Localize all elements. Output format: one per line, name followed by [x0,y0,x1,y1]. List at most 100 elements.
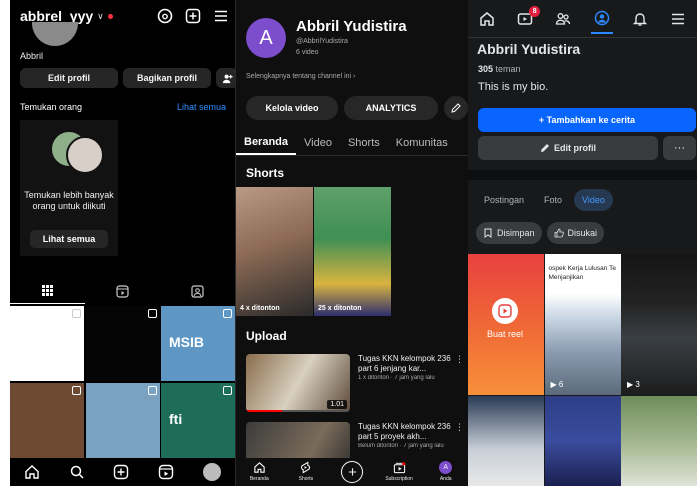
video-tile[interactable]: ▶ 3 [621,254,697,395]
post-thumbnail[interactable] [10,306,84,381]
threads-icon[interactable] [157,8,173,24]
friend-count-label: teman [495,64,521,74]
suggestion-text: Temukan lebih banyak orang untuk diikuti [24,190,114,211]
menu-icon [671,13,684,24]
tab-posts[interactable]: Postingan [476,189,532,211]
video-filters: Disimpan Disukai [476,222,605,244]
video-tile[interactable] [544,395,621,486]
ig-display-name: Abbril [20,51,44,61]
tab-videos[interactable]: Video [574,189,613,211]
video-title[interactable]: Tugas KKN kelompok 236 part 6 jenjang ka… [358,354,456,374]
tab-reels[interactable] [85,278,160,304]
tab-community[interactable]: Komunitas [388,130,456,155]
video-item[interactable]: 1.01 Tugas KKN kelompok 236 part 6 jenja… [246,354,464,414]
video-tile-caption: ospek Kerja Lulusan Te Menjanjikan [548,265,616,281]
create-icon[interactable] [113,464,129,480]
see-all-link[interactable]: Lihat semua [177,102,226,112]
post-thumbnail[interactable]: MSIB [161,306,235,381]
nav-shorts[interactable]: Shorts [286,461,326,482]
create-icon: + [341,461,364,483]
see-all-button[interactable]: Lihat semua [30,230,108,248]
notification-badge: 8 [529,5,541,17]
yt-bottom-nav: Beranda Shorts + Subscription A Anda [236,458,468,486]
analytics-button[interactable]: ANALYTICS [344,96,438,120]
post-thumbnail[interactable] [10,382,84,458]
discover-people-title: Temukan orang [20,102,83,112]
tab-tagged[interactable] [160,278,235,304]
add-person-button[interactable] [216,68,235,88]
channel-about-link[interactable]: Selengkapnya tentang channel ini › [246,73,355,80]
nav-menu[interactable] [667,4,689,34]
add-to-story-button[interactable]: + Tambahkan ke cerita [478,108,696,132]
avatar[interactable] [32,22,78,46]
tab-shorts[interactable]: Shorts [340,130,388,155]
post-thumbnail[interactable] [85,306,160,381]
tab-photos[interactable]: Foto [536,189,570,211]
play-count-value: 3 [635,380,640,389]
nav-friends[interactable] [552,4,574,34]
edit-profile-button[interactable]: Edit profil [20,68,118,88]
short-thumbnail[interactable]: 4 x ditonton [236,187,313,316]
add-person-icon [222,74,233,83]
suggestion-card: Temukan lebih banyak orang untuk diikuti… [20,120,118,256]
nav-create[interactable]: + [332,461,372,483]
play-count: ▶ 6 [550,380,564,389]
video-tile[interactable]: ospek Kerja Lulusan Te Menjanjikan ▶ 6 [544,254,621,395]
fb-top-nav: 8 [468,0,697,38]
nav-home[interactable] [476,4,498,34]
nav-notifications[interactable] [629,4,651,34]
shorts-shelf: 4 x ditonton 25 x ditonton [236,187,391,316]
tab-videos[interactable]: Video [296,130,340,155]
reel-icon [147,309,157,318]
suggested-avatars [50,130,104,174]
chevron-down-icon[interactable]: ∨ [97,11,104,22]
notification-dot-icon [107,13,113,19]
edit-profile-button[interactable]: Edit profil [478,136,658,160]
saved-filter[interactable]: Disimpan [476,222,542,244]
video-tile[interactable] [468,395,544,486]
more-vert-icon[interactable]: ⋮ [455,422,464,433]
nav-you[interactable]: A Anda [426,461,466,482]
watch-progress-bar [246,410,350,412]
more-vert-icon[interactable]: ⋮ [455,354,464,365]
edit-channel-button[interactable] [444,96,468,120]
more-options-button[interactable]: ··· [663,136,696,160]
post-thumbnail[interactable] [85,382,160,458]
nav-profile[interactable] [590,4,613,34]
friend-count-number: 305 [478,64,494,74]
video-tile[interactable] [621,395,697,486]
youtube-channel-panel: A Abbril Yudistira @AbbrilYudistira 6 vi… [235,0,468,486]
nav-home[interactable]: Beranda [239,461,279,482]
nav-subscriptions[interactable]: Subscription [379,461,419,482]
avatar[interactable]: A [246,18,286,58]
tab-home[interactable]: Beranda [236,130,297,155]
add-post-icon[interactable] [185,8,201,24]
home-icon[interactable] [24,464,40,480]
friend-count[interactable]: 305 teman [478,64,521,74]
profile-avatar[interactable] [202,463,221,481]
video-title[interactable]: Tugas KKN kelompok 236 part 5 proyek akh… [358,422,456,442]
liked-label: Disukai [567,228,598,238]
channel-handle: @AbbrilYudistira [296,38,348,45]
nav-video[interactable]: 8 [514,4,541,34]
create-reel-tile[interactable]: Buat reel [468,254,544,395]
video-thumbnail[interactable]: 1.01 [246,354,350,412]
upload-section-title: Upload [246,329,287,343]
reels-icon[interactable] [158,464,174,480]
short-thumbnail[interactable]: 25 x ditonton [314,187,391,316]
nav-label: Beranda [249,476,269,482]
nav-label: Anda [439,476,452,482]
edit-profile-label: Edit profil [554,143,596,153]
menu-icon[interactable] [213,8,229,24]
search-icon[interactable] [69,464,85,480]
friends-icon [556,12,571,25]
post-thumbnail[interactable]: fti [161,382,235,458]
play-count-value: 6 [558,380,564,389]
video-meta: Belum ditonton · 7 jam yang lalu [358,443,444,449]
tab-posts[interactable] [10,278,85,304]
nav-label: Shorts [298,476,314,482]
share-profile-button[interactable]: Bagikan profil [123,68,211,88]
liked-filter[interactable]: Disukai [546,222,605,244]
yt-channel-tabs: Beranda Video Shorts Komunitas [236,130,468,156]
manage-videos-button[interactable]: Kelola video [246,96,338,120]
